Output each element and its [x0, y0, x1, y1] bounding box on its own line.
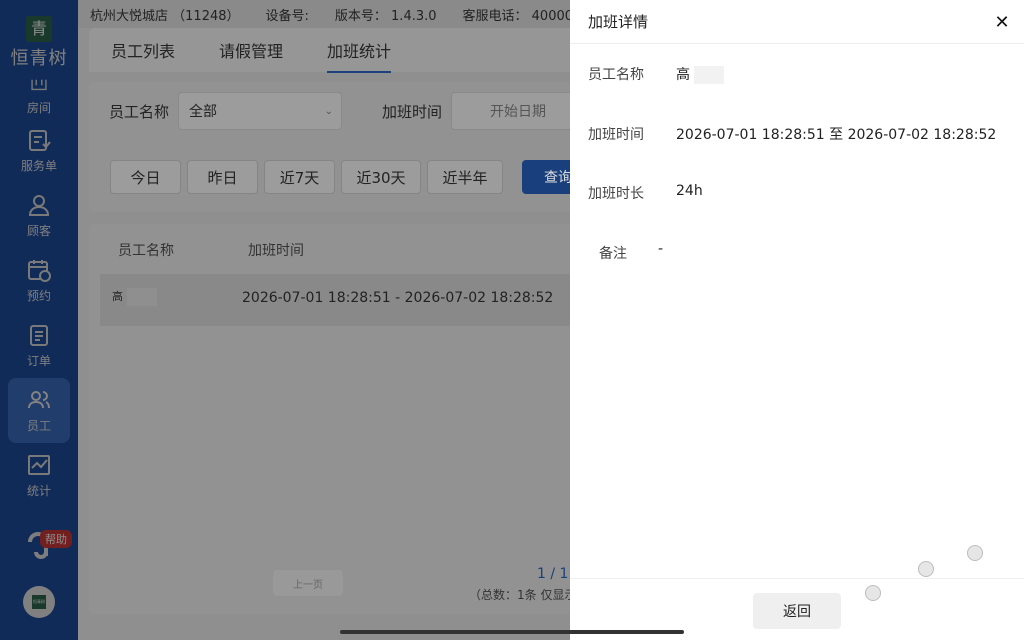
employee-filter-label: 员工名称: [109, 103, 170, 121]
detail-remark-label: 备注: [599, 246, 627, 262]
tab-leave-management[interactable]: 请假管理: [219, 38, 283, 62]
detail-duration-label: 加班时长: [588, 186, 644, 202]
table-row[interactable]: 高 2026-07-01 18:28:51 - 2026-07-02 18:28…: [100, 274, 580, 326]
column-header-time: 加班时间: [248, 243, 304, 259]
detail-remark-value: -: [658, 241, 664, 257]
row-employee-name: 高: [112, 288, 157, 306]
chevron-down-icon: ⌄: [324, 105, 333, 117]
drawer-header: 加班详情 ✕: [570, 0, 1024, 44]
overlay-dim: [0, 0, 78, 640]
version-number: 版本号： 1.4.3.0: [334, 8, 437, 24]
start-date-placeholder: 开始日期: [490, 104, 546, 120]
detail-name-value: 高: [676, 64, 724, 84]
total-count: （总数：1条 仅显示: [469, 588, 577, 602]
filter-panel: 员工名称 全部 ⌄ 加班时间 开始日期 今日 昨日 近7天 近30天 近半年: [89, 82, 589, 212]
row-overtime-time: 2026-07-01 18:28:51 - 2026-07-02 18:28:5…: [242, 290, 554, 306]
page-indicator: 1 / 1: [537, 566, 569, 582]
employee-select[interactable]: 全部 ⌄: [178, 92, 342, 130]
touch-indicator-icon: [967, 545, 983, 561]
overtime-table: 员工名称 加班时间 高 2026-07-01 18:28:51 - 2026-0…: [89, 224, 589, 614]
back-button[interactable]: 返回: [753, 593, 841, 629]
close-icon[interactable]: ✕: [992, 12, 1012, 33]
prev-page-button[interactable]: 上一页: [273, 570, 343, 596]
detail-time-value: 2026-07-01 18:28:51 至 2026-07-02 18:28:5…: [676, 127, 997, 143]
quick-30days-button[interactable]: 近30天: [341, 160, 421, 194]
tab-staff-list[interactable]: 员工列表: [111, 38, 175, 62]
quick-7days-button[interactable]: 近7天: [264, 160, 335, 194]
tab-bar: 员工列表 请假管理 加班统计: [89, 28, 589, 73]
start-date-input[interactable]: 开始日期: [451, 92, 589, 130]
detail-name-label: 员工名称: [588, 67, 644, 83]
store-name: 杭州大悦城店 （11248）: [90, 8, 240, 24]
quick-today-button[interactable]: 今日: [110, 160, 181, 194]
home-indicator: [340, 630, 684, 634]
employee-select-value: 全部: [189, 104, 217, 120]
detail-time-label: 加班时间: [588, 127, 644, 143]
touch-indicator-icon: [918, 561, 934, 577]
overtime-detail-drawer: 加班详情 ✕ 员工名称 高 加班时间 2026-07-01 18:28:51 至…: [570, 0, 1024, 640]
quick-yesterday-button[interactable]: 昨日: [187, 160, 258, 194]
tab-overtime-stats[interactable]: 加班统计: [327, 38, 392, 73]
drawer-title: 加班详情: [588, 13, 649, 31]
device-number: 设备号:: [265, 8, 309, 24]
overtime-time-label: 加班时间: [382, 103, 443, 121]
column-header-name: 员工名称: [118, 243, 174, 259]
sidebar: 青 恒青树 房间 服务单 顾客 预约 订单 员工 统计 帮助 恒青树: [0, 0, 78, 640]
quick-halfyear-button[interactable]: 近半年: [427, 160, 503, 194]
detail-duration-value: 24h: [676, 183, 703, 199]
